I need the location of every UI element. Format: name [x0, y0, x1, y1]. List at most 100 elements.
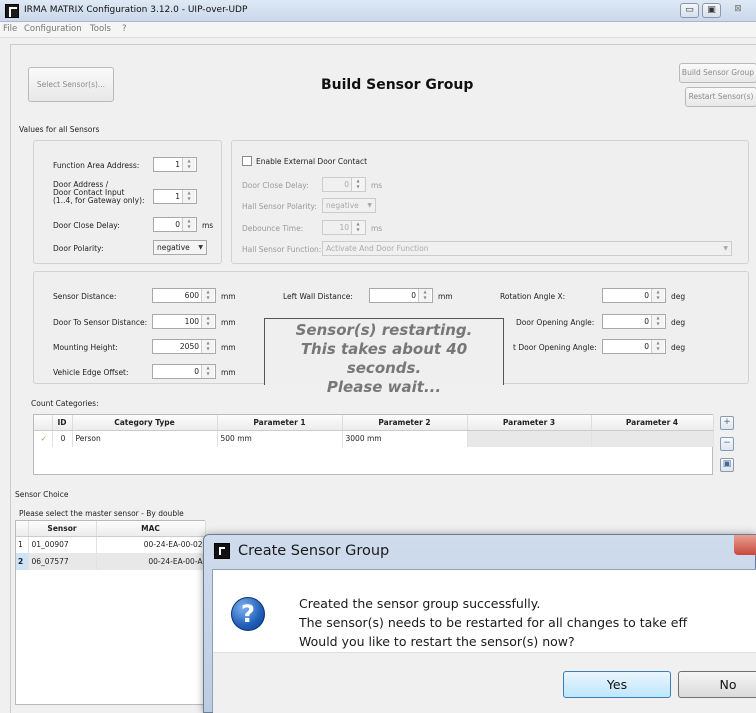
restart-sensors-button[interactable]: Restart Sensor(s): [685, 87, 756, 107]
rotation-angle-x-label: Rotation Angle X:: [500, 292, 566, 301]
column-header-id[interactable]: ID: [52, 415, 73, 431]
menu-tools[interactable]: Tools: [90, 24, 111, 34]
external-contact-group: Enable External Door Contact Door Close …: [231, 140, 749, 264]
door-close-delay-unit: ms: [202, 221, 214, 230]
no-button[interactable]: No: [678, 671, 756, 698]
menu-configuration[interactable]: Configuration: [24, 24, 82, 34]
mounting-height-unit: mm: [221, 343, 236, 352]
door-settings-group: Function Area Address: 1 Door Address / …: [33, 140, 222, 264]
build-sensor-group-button[interactable]: Build Sensor Group: [679, 63, 756, 83]
parameter-3-cell[interactable]: [467, 430, 592, 447]
function-area-address-label: Function Area Address:: [53, 161, 140, 170]
enable-external-contact-checkbox[interactable]: [242, 156, 252, 166]
create-sensor-group-dialog: Create Sensor Group ? Created the sensor…: [203, 534, 756, 713]
door-address-label: Door Address / Door Contact Input (1..4,…: [53, 181, 145, 205]
table-row[interactable]: 2 06_07577 00-24-EA-00-A: [16, 553, 206, 570]
add-category-button[interactable]: +: [720, 416, 734, 430]
remove-category-button[interactable]: −: [720, 437, 734, 451]
door-close-delay-input[interactable]: 0: [153, 217, 197, 232]
hall-sensor-function-label: Hall Sensor Function:: [242, 245, 322, 254]
menu-bar: File Configuration Tools ?: [0, 22, 756, 38]
parameter-2-cell[interactable]: 3000 mm: [342, 430, 468, 447]
dialog-body: ? Created the sensor group successfully.…: [212, 569, 756, 713]
door-address-label-line: (1..4, for Gateway only):: [53, 196, 145, 205]
window-title: IRMA MATRIX Configuration 3.12.0 - UIP-o…: [24, 5, 248, 15]
column-header-mac[interactable]: MAC: [96, 521, 206, 537]
sensor-choice-instruction: Please select the master sensor - By dou…: [19, 509, 184, 518]
dialog-title: Create Sensor Group: [238, 543, 390, 559]
minimize-button[interactable]: ▭: [680, 3, 699, 18]
sensor-distance-unit: mm: [221, 292, 236, 301]
sensor-choice-title: Sensor Choice: [15, 490, 69, 499]
parameter-4-cell[interactable]: [591, 430, 714, 447]
door-to-sensor-label: Door To Sensor Distance:: [53, 318, 148, 327]
ext-door-close-delay-unit: ms: [371, 181, 383, 190]
row-number: 2: [16, 553, 29, 570]
app-icon: [5, 4, 19, 18]
menu-help[interactable]: ?: [122, 24, 127, 34]
mounting-height-label: Mounting Height:: [53, 343, 118, 352]
mac-cell[interactable]: 00-24-EA-00-02: [96, 536, 206, 553]
enable-external-contact-label: Enable External Door Contact: [256, 157, 368, 166]
sensor-distance-input[interactable]: 600: [152, 288, 216, 303]
mounting-height-input[interactable]: 2050: [152, 339, 216, 354]
row-check-icon: ✓: [34, 430, 53, 447]
left-wall-distance-input[interactable]: 0: [369, 288, 433, 303]
row-number: 1: [16, 536, 29, 553]
column-header-parameter-2[interactable]: Parameter 2: [342, 415, 468, 431]
door-opening-angle-label: Door Opening Angle:: [516, 318, 595, 327]
select-sensors-button[interactable]: Select Sensor(s)...: [28, 67, 114, 102]
menu-file[interactable]: File: [3, 24, 17, 34]
left-wall-distance-unit: mm: [438, 292, 453, 301]
title-bar: IRMA MATRIX Configuration 3.12.0 - UIP-o…: [0, 0, 756, 22]
debounce-time-input[interactable]: 10: [322, 220, 366, 235]
t-door-opening-angle-input[interactable]: 0: [602, 339, 666, 354]
save-category-button[interactable]: ▣: [720, 458, 734, 472]
dialog-message-line: Would you like to restart the sensor(s) …: [299, 634, 575, 649]
restart-overlay-line: Sensor(s) restarting.: [295, 321, 473, 339]
debounce-time-unit: ms: [371, 224, 383, 233]
parameter-1-cell[interactable]: 500 mm: [217, 430, 343, 447]
yes-button[interactable]: Yes: [563, 671, 671, 698]
hall-sensor-polarity-label: Hall Sensor Polarity:: [242, 202, 317, 211]
sensor-cell[interactable]: 06_07577: [28, 553, 97, 570]
column-header-parameter-3[interactable]: Parameter 3: [467, 415, 592, 431]
door-opening-angle-input[interactable]: 0: [602, 314, 666, 329]
function-area-address-input[interactable]: 1: [153, 157, 197, 172]
maximize-button[interactable]: ▣: [702, 3, 721, 18]
column-header-category-type[interactable]: Category Type: [72, 415, 218, 431]
restart-overlay: Sensor(s) restarting. This takes about 4…: [264, 318, 504, 396]
column-header-parameter-1[interactable]: Parameter 1: [217, 415, 343, 431]
ext-door-close-delay-input[interactable]: 0: [322, 177, 366, 192]
door-to-sensor-input[interactable]: 100: [152, 314, 216, 329]
rotation-angle-x-input[interactable]: 0: [602, 288, 666, 303]
table-row[interactable]: 1 01_00907 00-24-EA-00-02: [16, 536, 206, 553]
ext-door-close-delay-label: Door Close Delay:: [242, 181, 309, 190]
dialog-close-button[interactable]: [734, 535, 756, 555]
sensor-table: Sensor MAC 1 01_00907 00-24-EA-00-02 2 0…: [15, 520, 206, 705]
debounce-time-label: Debounce Time:: [242, 224, 304, 233]
count-categories-title: Count Categories:: [31, 399, 99, 408]
category-id-cell[interactable]: 0: [52, 430, 73, 447]
t-door-opening-angle-unit: deg: [671, 343, 686, 352]
hall-sensor-polarity-select[interactable]: negative: [322, 198, 376, 213]
dialog-app-icon: [214, 543, 230, 559]
hall-sensor-function-select[interactable]: Activate And Door Function: [322, 241, 732, 256]
sensor-distance-label: Sensor Distance:: [53, 292, 117, 301]
door-address-input[interactable]: 1: [153, 189, 197, 204]
close-button[interactable]: ⊠: [724, 3, 752, 18]
door-close-delay-label: Door Close Delay:: [53, 221, 120, 230]
door-polarity-select[interactable]: negative: [153, 240, 207, 255]
column-header: [34, 415, 53, 431]
column-header: [16, 521, 29, 537]
dialog-footer: Yes No: [213, 652, 756, 713]
page-title: Build Sensor Group: [321, 77, 474, 93]
column-header-parameter-4[interactable]: Parameter 4: [591, 415, 714, 431]
category-type-cell[interactable]: Person: [72, 430, 218, 447]
vehicle-edge-offset-input[interactable]: 0: [152, 364, 216, 379]
table-row[interactable]: ✓ 0 Person 500 mm 3000 mm: [34, 430, 714, 447]
column-header-sensor[interactable]: Sensor: [28, 521, 97, 537]
mac-cell[interactable]: 00-24-EA-00-A: [96, 553, 206, 570]
sensor-cell[interactable]: 01_00907: [28, 536, 97, 553]
restart-overlay-line: This takes about 40 seconds.: [300, 340, 468, 377]
